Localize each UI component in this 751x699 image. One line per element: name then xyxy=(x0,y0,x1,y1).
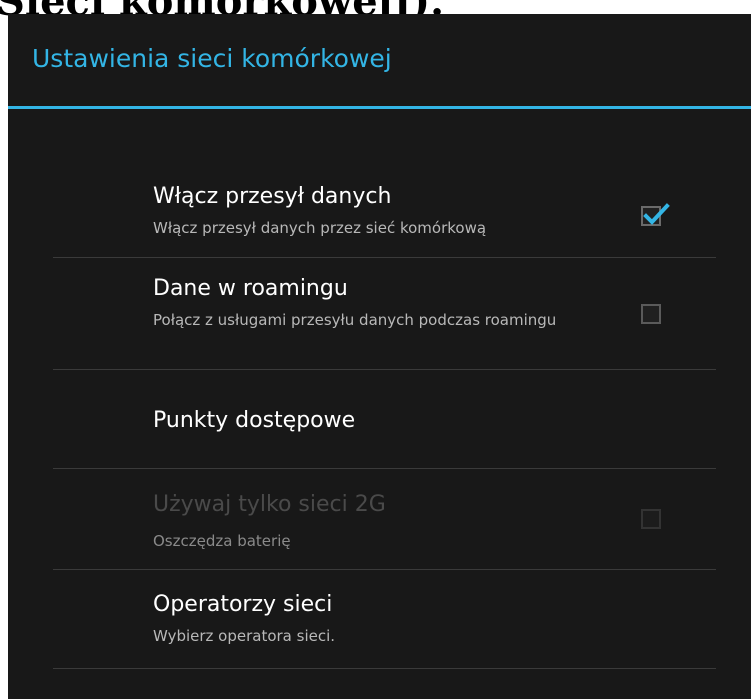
setting-summary: Oszczędza baterię xyxy=(153,532,291,550)
setting-title: Dane w roamingu xyxy=(153,276,348,301)
page-title: Ustawienia sieci komórkowej xyxy=(32,44,392,73)
data-enabled-checkbox[interactable] xyxy=(641,203,670,226)
setting-network-operators[interactable]: Operatorzy sieci Wybierz operatora sieci… xyxy=(53,570,716,668)
setting-summary: Wybierz operatora sieci. xyxy=(153,627,336,645)
setting-title: Włącz przesył danych xyxy=(153,184,392,209)
setting-data-enabled[interactable]: Włącz przesył danych Włącz przesył danyc… xyxy=(53,172,716,258)
setting-2g-only[interactable]: Używaj tylko sieci 2G Oszczędza baterię xyxy=(53,469,716,569)
action-bar: Ustawienia sieci komórkowej xyxy=(8,14,751,106)
checkmark-icon xyxy=(643,203,670,225)
setting-summary: Włącz przesył danych przez sieć komórkow… xyxy=(153,219,487,237)
data-roaming-checkbox[interactable] xyxy=(641,304,661,324)
header-divider xyxy=(8,106,751,109)
setting-data-roaming[interactable]: Dane w roamingu Połącz z usługami przesy… xyxy=(53,258,716,368)
setting-summary: Połącz z usługami przesyłu danych podcza… xyxy=(153,311,557,329)
2g-only-checkbox[interactable] xyxy=(641,509,661,529)
mobile-network-settings-screen: Ustawienia sieci komórkowej Włącz przesy… xyxy=(8,14,751,699)
setting-title: Używaj tylko sieci 2G xyxy=(153,492,386,517)
setting-access-point-names[interactable]: Punkty dostępowe xyxy=(53,370,716,468)
setting-title: Punkty dostępowe xyxy=(153,408,356,433)
row-divider xyxy=(53,668,716,669)
setting-title: Operatorzy sieci xyxy=(153,592,333,617)
